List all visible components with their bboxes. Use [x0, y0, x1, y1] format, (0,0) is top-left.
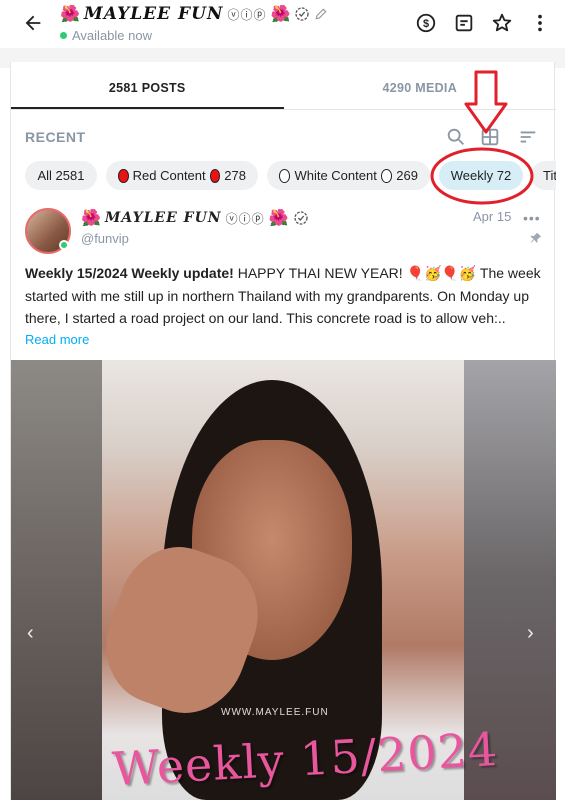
chip-label: All 2581 [37, 168, 85, 183]
flower-icon: 🌺 [268, 210, 289, 227]
post-headline: Weekly 15/2024 Weekly update! [25, 265, 234, 281]
vip-badge: ⓥⓘⓟ [227, 7, 267, 22]
chip-count: 278 [224, 168, 246, 183]
tab-media[interactable]: 4290 MEDIA [284, 68, 557, 109]
red-circle-icon [118, 168, 129, 183]
chip-label: Weekly 72 [450, 168, 512, 183]
tab-posts[interactable]: 2581 POSTS [11, 68, 284, 109]
post-media[interactable]: ‹ › WWW.MAYLEE.FUN Weekly 15/2024 [11, 360, 556, 800]
availability-status: Available now [60, 28, 152, 43]
vip-badge: ⓥⓘⓟ [225, 211, 265, 226]
chevron-right-icon[interactable]: › [527, 622, 534, 645]
pin-icon [530, 232, 542, 243]
posts-card: 2581 POSTS 4290 MEDIA RECENT All 2581 Re… [10, 62, 556, 800]
flower-icon: 🌺 [60, 6, 80, 23]
profile-title: 🌺 MAYLEE FUN ⓥⓘⓟ 🌺 [60, 4, 328, 24]
post-author-name[interactable]: MAYLEE FUN [105, 210, 222, 226]
post-body: Weekly 15/2024 Weekly update! HAPPY THAI… [25, 262, 545, 330]
chip-tit[interactable]: Tit [531, 161, 556, 190]
star-icon[interactable] [491, 12, 513, 34]
verified-icon [295, 7, 310, 21]
online-dot [60, 32, 67, 39]
profile-name: MAYLEE FUN [83, 4, 224, 24]
back-arrow-icon[interactable] [22, 12, 44, 34]
read-more-link[interactable]: Read more [25, 332, 89, 347]
media-prev-preview [11, 360, 102, 800]
chip-label: Red Content [132, 168, 206, 183]
edit-icon[interactable] [314, 7, 328, 21]
chip-all[interactable]: All 2581 [25, 161, 97, 190]
grid-view-icon[interactable] [479, 126, 501, 148]
post-more-icon[interactable]: ••• [523, 210, 541, 226]
chip-white-content[interactable]: White Content 269 [267, 161, 430, 190]
top-bar: 🌺 MAYLEE FUN ⓥⓘⓟ 🌺 Available now $ [0, 0, 565, 48]
sort-row: RECENT [11, 122, 556, 152]
filter-chips: All 2581 Red Content 278 White Content 2… [11, 161, 556, 191]
tip-dollar-icon[interactable]: $ [415, 12, 437, 34]
search-icon[interactable] [445, 126, 467, 148]
svg-text:$: $ [423, 18, 429, 30]
sort-icon[interactable] [517, 126, 539, 148]
red-circle-icon [209, 168, 221, 183]
sort-label: RECENT [25, 129, 86, 145]
photo-watermark: WWW.MAYLEE.FUN [221, 707, 329, 718]
flower-icon: 🌺 [81, 210, 101, 227]
status-text: Available now [72, 28, 152, 43]
white-circle-icon [380, 168, 393, 183]
flower-icon: 🌺 [270, 6, 291, 23]
profile-tabs: 2581 POSTS 4290 MEDIA [11, 68, 556, 110]
note-icon[interactable] [453, 12, 475, 34]
verified-icon [293, 211, 308, 225]
chip-count: 269 [396, 168, 418, 183]
chip-weekly[interactable]: Weekly 72 [439, 161, 523, 190]
more-vertical-icon[interactable] [529, 12, 551, 34]
chip-red-content[interactable]: Red Content 278 [106, 161, 258, 190]
online-dot [59, 240, 69, 250]
post-author-row: 🌺 MAYLEE FUN ⓥⓘⓟ 🌺 [81, 208, 309, 228]
post-date: Apr 15 [473, 209, 512, 224]
chip-label: White Content [294, 168, 377, 183]
chip-label: Tit [543, 168, 556, 183]
post-author-handle[interactable]: @funvip [81, 231, 129, 246]
chevron-left-icon[interactable]: ‹ [27, 622, 34, 645]
white-circle-icon [279, 168, 291, 183]
